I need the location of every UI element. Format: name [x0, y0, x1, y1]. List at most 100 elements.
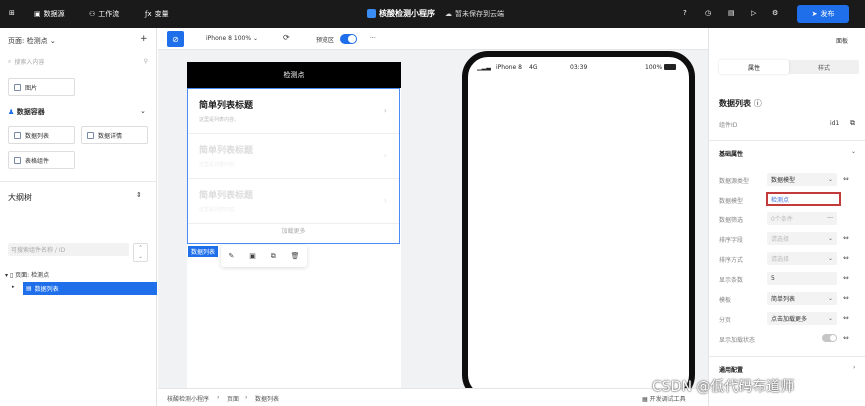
- load-more[interactable]: 加载更多: [188, 226, 399, 235]
- tab-properties[interactable]: 属性: [719, 60, 789, 74]
- save-icon[interactable]: ▤: [728, 9, 735, 17]
- page-selector[interactable]: 页面: 检测点 ⌄: [8, 36, 56, 46]
- workflow-menu[interactable]: ⚇ 工作流: [89, 9, 119, 19]
- cloud-icon: ☁: [445, 10, 452, 18]
- tab-style[interactable]: 样式: [789, 60, 859, 74]
- link-icon[interactable]: ⇔: [843, 175, 849, 183]
- list-item[interactable]: 简单列表标题 这里是列表内容。 ›: [188, 179, 399, 224]
- link-icon[interactable]: ⇔: [843, 334, 849, 342]
- help-icon[interactable]: ?: [683, 9, 687, 17]
- table-component[interactable]: 表格组件: [8, 151, 75, 169]
- data-detail-component[interactable]: 数据详情: [81, 126, 148, 144]
- list-icon: ▤: [26, 285, 32, 292]
- device-selector[interactable]: iPhone 8 100% ⌄: [206, 35, 258, 42]
- filter-input[interactable]: 0个条件 ···: [767, 212, 837, 225]
- app-logo-icon: [367, 9, 376, 18]
- history-icon[interactable]: ◷: [705, 9, 711, 17]
- data-list-frame[interactable]: 简单列表标题 这里是列表内容。 › 简单列表标题 这里是列表内容。 › 简单列表…: [187, 88, 400, 244]
- settings-icon[interactable]: ⚙: [772, 9, 778, 17]
- divider: [0, 181, 157, 182]
- refresh-icon[interactable]: ⟳: [283, 33, 290, 42]
- sort-field-value: 请选择: [771, 236, 790, 243]
- link-icon[interactable]: ⇔: [843, 314, 849, 322]
- caret-right-icon[interactable]: ▸: [12, 284, 15, 290]
- copy-icon[interactable]: ⧉: [271, 252, 276, 261]
- data-container-section[interactable]: ♟ 数据容器: [8, 107, 45, 117]
- component-id-value: id1: [830, 120, 840, 127]
- compass-icon[interactable]: ⊘: [167, 31, 184, 47]
- loading-switch[interactable]: [822, 334, 837, 342]
- grid-icon[interactable]: ⊞: [9, 9, 15, 17]
- template-select[interactable]: 简单列表 ⌄: [767, 292, 837, 305]
- data-source-menu[interactable]: ▣ 数据源: [34, 9, 65, 19]
- list-item-desc: 这里是列表内容。: [199, 117, 240, 123]
- copy-icon[interactable]: ⧉: [850, 119, 855, 128]
- edit-icon[interactable]: ✎: [228, 252, 234, 260]
- list-item[interactable]: 简单列表标题 这里是列表内容。 ›: [188, 89, 399, 134]
- delete-icon[interactable]: 🗑: [291, 252, 300, 260]
- database-icon: ▣: [34, 10, 41, 18]
- top-bar: ⊞ ▣ 数据源 ⚇ 工作流 ƒx 变量 核酸检测小程序 ☁ 暂未保存到云端 ? …: [0, 0, 865, 28]
- link-icon[interactable]: ⇔: [843, 254, 849, 262]
- sort-field-select[interactable]: 请选择 ⌄: [767, 232, 837, 245]
- battery-icon: [664, 64, 676, 70]
- data-list-component[interactable]: 数据列表: [8, 126, 75, 144]
- template-value: 简单列表: [771, 296, 796, 303]
- info-icon[interactable]: ⓘ: [754, 99, 762, 108]
- link-icon[interactable]: ⇔: [843, 274, 849, 282]
- paging-label: 分页: [719, 317, 732, 324]
- chevron-down-icon: ⌄: [827, 176, 833, 183]
- preview-toggle[interactable]: [340, 34, 357, 44]
- chevron-down-icon: ⌄: [827, 295, 833, 302]
- list-item[interactable]: 简单列表标题 这里是列表内容。 ›: [188, 134, 399, 179]
- save-icon[interactable]: ▣: [249, 252, 256, 260]
- detail-icon: [87, 131, 94, 139]
- data-model-label: 数据模型: [719, 198, 744, 205]
- sort-order-select[interactable]: 请选择 ⌄: [767, 252, 837, 265]
- variables-menu[interactable]: ƒx 变量: [145, 9, 169, 19]
- paging-select[interactable]: 点击加载更多 ⌄: [767, 312, 837, 325]
- tree-node-page[interactable]: ▾ ▯ 页面: 检测点: [5, 270, 49, 279]
- stepper-icon[interactable]: ⌃ ⌄: [133, 243, 148, 262]
- phone-carrier: iPhone 8: [496, 64, 522, 71]
- outline-title: 大纲树: [8, 193, 32, 202]
- outline-search-input[interactable]: 可搜索组件名称 / ID: [8, 243, 129, 256]
- basic-properties-section[interactable]: 基础属性: [719, 149, 743, 158]
- preview-icon[interactable]: ▷: [751, 9, 756, 17]
- data-source-label: 数据源: [43, 10, 65, 18]
- chevron-down-icon[interactable]: ⌄: [140, 107, 146, 115]
- count-input[interactable]: 5: [767, 272, 837, 285]
- data-container-section-label: 数据容器: [16, 108, 45, 116]
- chevron-right-icon[interactable]: ›: [853, 364, 855, 371]
- breadcrumb-item[interactable]: 核酸检测小程序: [167, 394, 209, 403]
- sort-order-value: 请选择: [771, 256, 790, 263]
- chevron-down-icon[interactable]: ⌄: [851, 148, 856, 155]
- publish-button[interactable]: ➤ 发布: [797, 5, 849, 23]
- save-status: ☁ 暂未保存到云端: [445, 9, 504, 19]
- add-page-button[interactable]: +: [140, 34, 148, 44]
- app-title-group: 核酸检测小程序: [367, 8, 435, 19]
- source-type-select[interactable]: 数据模型 ⌄: [767, 173, 837, 186]
- general-config-section[interactable]: 通用配置: [719, 365, 743, 374]
- devtools-label: 开发调试工具: [649, 396, 686, 403]
- page-icon: ▯: [9, 272, 14, 279]
- expand-collapse-icon[interactable]: ⇕: [136, 191, 142, 199]
- chevron-right-icon: ›: [383, 196, 387, 205]
- panel-label[interactable]: 面板: [836, 36, 848, 45]
- component-search[interactable]: ⌕ 搜索入内容 ⚲: [8, 55, 148, 68]
- component-tree-icon[interactable]: ⚲: [144, 58, 148, 65]
- image-icon: [14, 83, 21, 91]
- more-options-icon[interactable]: ···: [370, 35, 376, 42]
- tree-node-data-list[interactable]: ▤ 数据列表: [23, 282, 157, 295]
- chevron-down-icon: ⌄: [252, 35, 258, 42]
- source-type-label: 数据源类型: [719, 178, 750, 185]
- tree-node-page-label: 页面: 检测点: [15, 272, 50, 279]
- signal-icon: ▁▂▃: [477, 64, 491, 71]
- breadcrumb-item[interactable]: 页面: [227, 394, 239, 403]
- watermark: CSDN @低代码布道师: [652, 379, 795, 395]
- breadcrumb-item[interactable]: 数据列表: [255, 394, 279, 403]
- link-icon[interactable]: ⇔: [843, 234, 849, 242]
- function-icon: ƒx: [145, 10, 152, 18]
- link-icon[interactable]: ⇔: [843, 294, 849, 302]
- image-component[interactable]: 图片: [8, 78, 75, 96]
